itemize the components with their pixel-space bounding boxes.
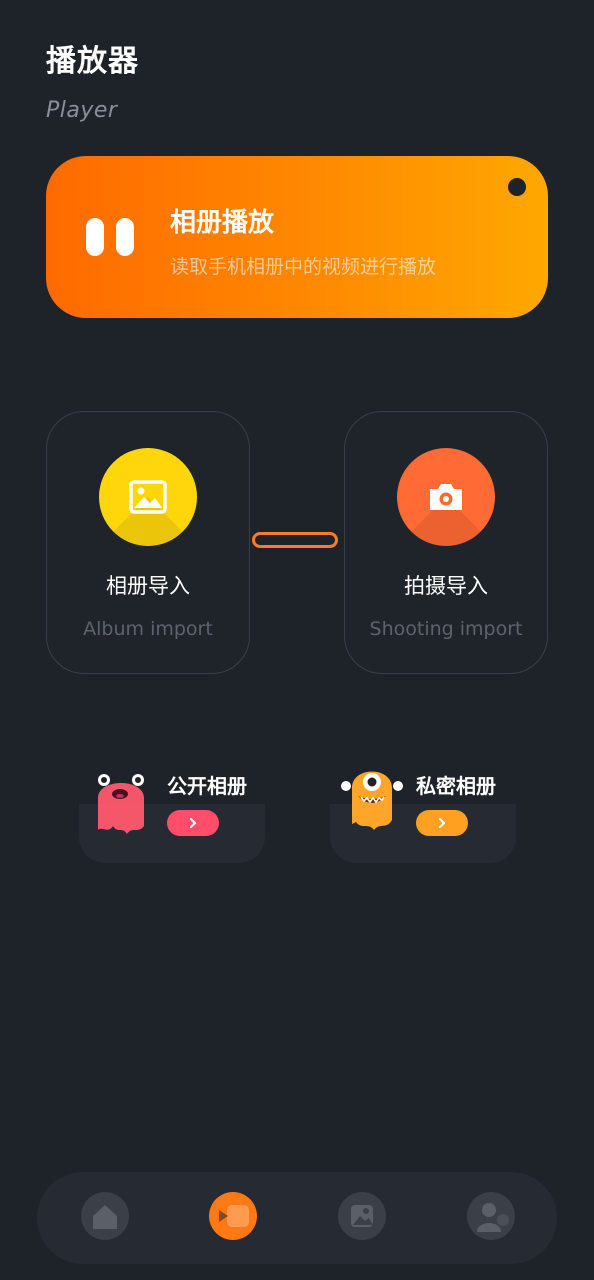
bottom-tab-bar — [37, 1172, 557, 1264]
album-import-label: 相册导入 — [106, 574, 190, 598]
chevron-right-icon — [189, 817, 197, 829]
banner-description: 读取手机相册中的视频进行播放 — [170, 256, 437, 278]
home-icon — [93, 1205, 117, 1229]
banner-title: 相册播放 — [170, 208, 275, 238]
tab-gallery[interactable] — [338, 1192, 386, 1240]
public-album-arrow-button[interactable] — [167, 810, 219, 836]
shooting-import-sublabel: Shooting import — [369, 618, 523, 640]
camera-icon — [430, 484, 462, 510]
video-camera-icon — [219, 1205, 249, 1227]
album-import-card[interactable]: 相册导入 Album import — [46, 411, 250, 674]
page-title: 播放器 — [46, 44, 139, 79]
album-import-sublabel: Album import — [83, 618, 213, 640]
user-icon — [477, 1203, 509, 1232]
page-subtitle: Player — [46, 98, 118, 123]
shooting-import-label: 拍摄导入 — [404, 574, 488, 598]
pause-icon — [86, 218, 136, 256]
pink-monster-icon — [98, 774, 144, 834]
public-album-label: 公开相册 — [167, 774, 247, 798]
shooting-import-icon-circle — [397, 448, 495, 546]
private-album-label: 私密相册 — [416, 774, 496, 798]
banner-dot — [508, 178, 526, 196]
shooting-import-card[interactable]: 拍摄导入 Shooting import — [344, 411, 548, 674]
tab-player[interactable] — [209, 1192, 257, 1240]
chevron-right-icon — [438, 817, 446, 829]
gallery-icon — [351, 1205, 373, 1227]
orange-monster-icon — [341, 771, 403, 830]
connector-link — [252, 532, 338, 548]
tab-profile[interactable] — [467, 1192, 515, 1240]
album-import-icon-circle — [99, 448, 197, 546]
album-play-banner[interactable]: 相册播放 读取手机相册中的视频进行播放 — [46, 156, 548, 318]
private-album-arrow-button[interactable] — [416, 810, 468, 836]
image-icon — [129, 480, 167, 514]
tab-home[interactable] — [81, 1192, 129, 1240]
